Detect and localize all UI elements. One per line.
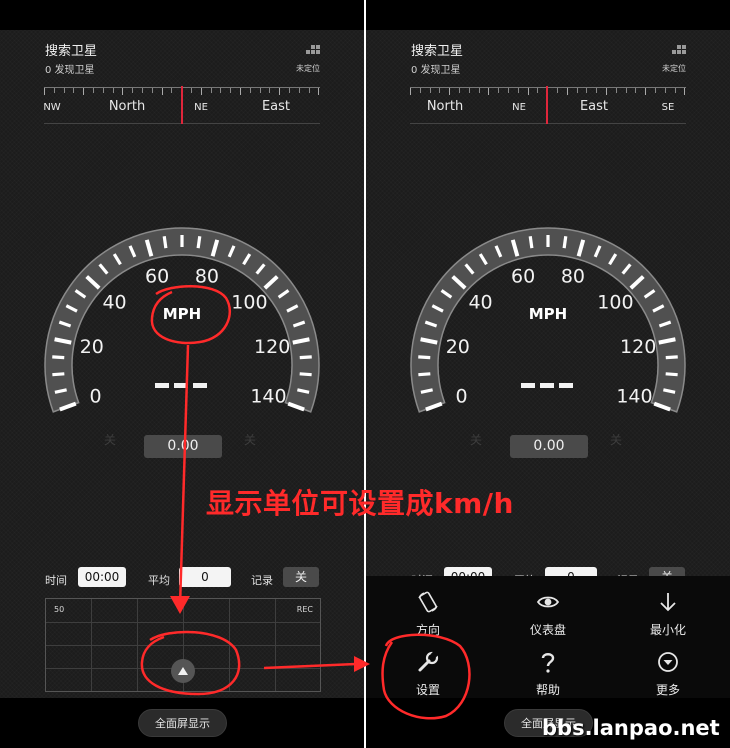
record-toggle[interactable]: 关	[283, 567, 319, 587]
gauge-number: 40	[102, 291, 126, 313]
gauge-off-label-right: 关	[610, 433, 623, 447]
compass-strip: NW North NE East	[43, 80, 320, 124]
chevron-down-circle-icon	[658, 652, 678, 672]
gauge-number: 60	[145, 265, 169, 287]
odometer-display: 0.00	[510, 435, 588, 458]
trip-controls: 时间 00:00 平均 0 记录 关	[45, 565, 325, 591]
status-bar	[366, 0, 730, 30]
watermark: bbs.lanpao.net	[542, 716, 720, 740]
gps-fix-status: 未定位	[662, 64, 686, 73]
menu-item-minimize[interactable]: 最小化	[618, 584, 718, 638]
odometer-display: 0.00	[144, 435, 222, 458]
gauge-number: 0	[90, 385, 102, 407]
gauge-number: 40	[468, 291, 492, 313]
speed-graph: 50 REC	[45, 598, 321, 692]
compass-label: SE	[661, 102, 675, 113]
gauge-tick	[52, 372, 65, 377]
signal-bars-icon	[306, 45, 320, 54]
menu-item-label: 更多	[655, 683, 680, 697]
gauge-off-label-left: 关	[104, 433, 117, 447]
menu-item-more[interactable]: 更多	[618, 644, 718, 698]
gps-status-title: 搜索卫星	[45, 44, 98, 59]
gauge-number: 80	[195, 265, 219, 287]
gauge-tick	[162, 236, 168, 249]
gps-fix-status: 未定位	[296, 64, 320, 73]
gauge-tick	[418, 355, 431, 360]
satellite-count: 0 发现卫星	[411, 65, 461, 76]
speed-readout	[155, 383, 209, 389]
graph-rec-label: REC	[296, 605, 313, 614]
question-icon	[541, 653, 555, 673]
menu-item-label: 帮助	[535, 683, 560, 697]
compass-label: NW	[43, 102, 61, 113]
gauge-tick	[665, 355, 678, 360]
menu-item-dashboard[interactable]: 仪表盘	[498, 584, 598, 638]
menu-item-settings[interactable]: 设置	[378, 644, 478, 698]
compass-label: NE	[194, 102, 208, 113]
satellite-count: 0 发现卫星	[45, 65, 95, 76]
gauge-tick	[52, 355, 65, 360]
expand-menu-button[interactable]	[171, 659, 195, 683]
gauge-off-label-left: 关	[470, 433, 483, 447]
gauge-tick	[196, 236, 202, 249]
wrench-icon	[418, 650, 440, 672]
compass-label: East	[261, 99, 291, 114]
bottom-menu-panel: 方向 仪表盘 最小化 设置 帮助 更多	[366, 576, 730, 698]
gauge-tick	[562, 236, 568, 249]
gps-status-title: 搜索卫星	[411, 44, 464, 59]
compass-strip: North NE East SE	[410, 80, 686, 124]
compass-label: North	[426, 99, 464, 114]
gauge-number: 20	[446, 336, 470, 358]
gauge-number: 0	[456, 385, 468, 407]
gauge-tick	[528, 236, 534, 249]
compass-label: North	[108, 99, 146, 114]
gauge-number: 20	[80, 336, 104, 358]
time-value: 00:00	[78, 567, 126, 587]
gauge-number: 80	[561, 265, 585, 287]
arrow-down-icon	[660, 593, 676, 612]
speed-readout	[521, 383, 575, 389]
gauge-number: 100	[231, 291, 267, 313]
menu-item-label: 最小化	[649, 623, 686, 637]
average-value: 0	[179, 567, 231, 587]
time-label: 时间	[45, 574, 67, 587]
gauge-tick	[299, 355, 312, 360]
gauge-tick	[418, 372, 431, 377]
gauge-tick	[665, 372, 678, 377]
status-bar	[0, 0, 364, 30]
gauge-number: 60	[511, 265, 535, 287]
compass-label: NE	[512, 102, 526, 113]
menu-item-label: 设置	[415, 683, 440, 697]
menu-item-orientation[interactable]: 方向	[378, 584, 478, 638]
gauge-number: 100	[597, 291, 633, 313]
compass-label: East	[579, 99, 609, 114]
annotation-text: 显示单位可设置成km/h	[206, 487, 514, 520]
speedometer-gauge: 0 20 40 60 80 100 120 140 MPH	[44, 227, 320, 413]
speed-unit-label: MPH	[529, 305, 567, 323]
gauge-number: 140	[616, 385, 652, 407]
eye-icon	[536, 596, 560, 608]
compass-needle	[546, 86, 548, 124]
record-label: 记录	[251, 574, 273, 587]
gauge-number: 120	[254, 336, 290, 358]
gauge-number: 120	[620, 336, 656, 358]
gauge-number: 140	[250, 385, 286, 407]
compass-needle	[181, 86, 183, 124]
graph-max-label: 50	[54, 605, 65, 614]
average-label: 平均	[148, 574, 170, 587]
speed-unit-label: MPH	[163, 305, 201, 323]
phone-screen-left: 搜索卫星 0 发现卫星 未定位 NW North NE East 0 20 40 60…	[0, 0, 364, 748]
screen-rotate-icon	[418, 591, 438, 613]
speedometer-gauge: 0 20 40 60 80 100 120 140 MPH	[410, 227, 686, 413]
gauge-tick	[299, 372, 312, 377]
menu-item-label: 方向	[415, 623, 440, 637]
fullscreen-button[interactable]: 全面屏显示	[138, 709, 227, 737]
gauge-off-label-right: 关	[244, 433, 257, 447]
menu-item-label: 仪表盘	[529, 623, 566, 637]
phone-screen-right: 搜索卫星 0 发现卫星 未定位 North NE East SE 0 20 40 60…	[366, 0, 730, 748]
signal-bars-icon	[672, 45, 686, 54]
menu-item-help[interactable]: 帮助	[498, 644, 598, 698]
